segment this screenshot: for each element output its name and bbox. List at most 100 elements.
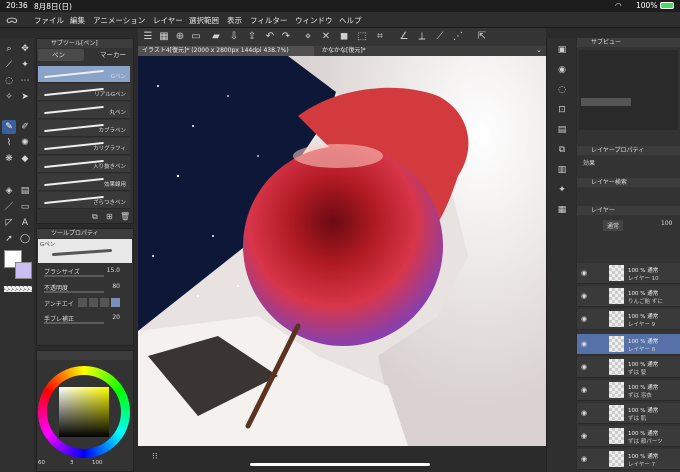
text-icon[interactable]: A: [18, 216, 32, 230]
eye-icon[interactable]: ◉: [581, 315, 587, 323]
airbrush-icon[interactable]: ✺: [18, 136, 32, 150]
layer-row[interactable]: ◉ 100 % 通常 ずは 肌: [577, 403, 680, 424]
zoom-icon[interactable]: ⌕: [2, 42, 16, 56]
eye-icon[interactable]: ◉: [581, 269, 587, 277]
blend-mode-select[interactable]: 通常: [603, 220, 624, 231]
snap-ruler-icon[interactable]: ⟂: [416, 31, 428, 43]
eye-icon[interactable]: ◉: [581, 292, 587, 300]
menu-selection[interactable]: 選択範囲: [189, 15, 219, 26]
brush-item-kabura-pen[interactable]: カブラペン: [38, 120, 130, 137]
redo-icon[interactable]: ↷: [280, 31, 292, 43]
panel-icon-8[interactable]: ✦: [556, 184, 568, 196]
menu-help[interactable]: ヘルプ: [339, 15, 362, 26]
brush-item-real-gpen[interactable]: リアルGペン: [38, 84, 130, 101]
deselect-icon[interactable]: ⋄: [302, 31, 314, 43]
layer-opacity-value[interactable]: 100: [661, 220, 672, 227]
tab-document-2[interactable]: かなかな[復元]*: [318, 46, 438, 56]
open-icon[interactable]: ▰: [210, 31, 222, 43]
canvas-icon[interactable]: ▦: [158, 31, 170, 43]
transparent-color-swatch[interactable]: [4, 286, 32, 292]
pen-icon[interactable]: ✎: [2, 120, 16, 134]
auto-select-icon[interactable]: ✦: [18, 58, 32, 72]
panel-icon-2[interactable]: ◉: [556, 64, 568, 76]
menu-animation[interactable]: アニメーション: [93, 15, 145, 26]
menu-edit[interactable]: 編集: [70, 15, 85, 26]
eye-icon[interactable]: ◉: [581, 432, 587, 440]
brush-item-calligraphy[interactable]: カリグラフィ: [38, 138, 130, 155]
layer-row[interactable]: ◉ 100 % 通常 レイヤー 9: [577, 309, 680, 330]
tab-marker[interactable]: マーカー: [86, 49, 132, 61]
eyedrop-icon[interactable]: ⟋: [2, 58, 16, 72]
add-icon[interactable]: ⊞: [106, 212, 113, 221]
stabilizer-row[interactable]: 手ブレ補正 20: [44, 314, 120, 324]
brush-icon[interactable]: ⌇: [2, 136, 16, 150]
eye-icon[interactable]: ◉: [581, 363, 587, 371]
brush-size-row[interactable]: ブラシサイズ 15.0: [44, 267, 120, 277]
eye-icon[interactable]: ◉: [581, 386, 587, 394]
brush-item-rough-pen[interactable]: ざらつきペン: [38, 192, 130, 209]
panel-icon-3[interactable]: ◌: [556, 84, 568, 96]
fill-icon[interactable]: ◈: [2, 184, 16, 198]
zoom-in-icon[interactable]: ⊕: [174, 31, 186, 43]
layer-row[interactable]: ◉ 100 % 通常 レイヤー 7: [577, 449, 680, 470]
menu-filter[interactable]: フィルター: [250, 15, 287, 26]
trash-icon[interactable]: 🗑: [120, 212, 130, 221]
move-icon[interactable]: ✥: [18, 42, 32, 56]
panel-icon-1[interactable]: ▣: [556, 44, 568, 56]
balloon-icon[interactable]: ◯: [18, 232, 32, 246]
clear-icon[interactable]: ✕: [320, 31, 332, 43]
panel-icon-4[interactable]: ⊡: [556, 104, 568, 116]
menu-view[interactable]: 表示: [227, 15, 242, 26]
app-logo-icon[interactable]: ᯅ: [6, 14, 18, 26]
fill-selection-icon[interactable]: ◼: [338, 31, 350, 43]
layer-row[interactable]: ◉ 100 % 通常 ずは 髪: [577, 357, 680, 378]
saturation-value-square[interactable]: [59, 387, 109, 437]
panel-icon-5[interactable]: ▤: [556, 124, 568, 136]
color-wheel[interactable]: [38, 366, 130, 458]
eye-icon[interactable]: ◉: [581, 455, 587, 463]
operation-icon[interactable]: ➚: [2, 232, 16, 246]
brush-item-taper-pen[interactable]: 入り抜きペン: [38, 156, 130, 173]
pointer-icon[interactable]: ➤: [18, 90, 32, 104]
chevron-down-icon[interactable]: ⌄: [536, 46, 542, 54]
new-icon[interactable]: ▭: [190, 31, 202, 43]
antialias-row[interactable]: アンチエイ: [44, 298, 120, 309]
menu-window[interactable]: ウィンドウ: [295, 15, 333, 26]
tab-document-1[interactable]: イラスト4[復元]* (2000 x 2800px 144dpi 438.7%): [138, 46, 314, 56]
snap-special-icon[interactable]: ⟋: [434, 31, 446, 43]
layer-row[interactable]: ◉ 100 % 通常 りんご飴 ずに: [577, 286, 680, 307]
save-icon[interactable]: ⇩: [228, 31, 240, 43]
layer-row[interactable]: ◉ 100 % 通常 ずは 顔パーツ: [577, 426, 680, 447]
layer-row[interactable]: ◉ 100 % 通常 レイヤー 10: [577, 263, 680, 284]
pencil-icon[interactable]: ✐: [18, 120, 32, 134]
snap-icon[interactable]: ∠: [398, 31, 410, 43]
drawing-canvas[interactable]: [138, 56, 546, 446]
snap-grid-icon[interactable]: ⋰: [452, 31, 464, 43]
gradient-icon[interactable]: ▤: [18, 184, 32, 198]
menu-layer[interactable]: レイヤー: [153, 15, 183, 26]
eye-icon[interactable]: ◉: [581, 409, 587, 417]
menu-file[interactable]: ファイル: [34, 15, 64, 26]
undo-icon[interactable]: ↶: [264, 31, 276, 43]
share-icon[interactable]: ⇱: [476, 31, 488, 43]
brush-item-gpen[interactable]: Gペン: [38, 66, 130, 83]
export-icon[interactable]: ⇪: [246, 31, 258, 43]
brush-item-effect-line[interactable]: 効果線用: [38, 174, 130, 191]
panel-icon-6[interactable]: ⧉: [556, 144, 568, 156]
layer-row[interactable]: ◉ 100 % 通常 レイヤー 8: [577, 334, 680, 355]
layer-row[interactable]: ◉ 100 % 通常 ずは 浴衣: [577, 380, 680, 401]
decoration-icon[interactable]: ❋: [2, 152, 16, 166]
ruler-icon[interactable]: ◸: [2, 216, 16, 230]
transform-icon[interactable]: ⬚: [356, 31, 368, 43]
crop-icon[interactable]: ⌗: [374, 31, 386, 43]
frame-icon[interactable]: ▭: [18, 200, 32, 214]
duplicate-icon[interactable]: ⧉: [92, 212, 98, 222]
lasso-icon[interactable]: ◌: [2, 74, 16, 88]
brush-item-round-pen[interactable]: 丸ペン: [38, 102, 130, 119]
tab-pen[interactable]: ペン: [38, 49, 84, 61]
menu-icon[interactable]: ☰: [142, 31, 154, 43]
opacity-row[interactable]: 不透明度 80: [44, 283, 120, 293]
sub-color-swatch[interactable]: [15, 262, 32, 279]
panel-icon-7[interactable]: ▥: [556, 164, 568, 176]
panel-icon-9[interactable]: ▦: [556, 204, 568, 216]
